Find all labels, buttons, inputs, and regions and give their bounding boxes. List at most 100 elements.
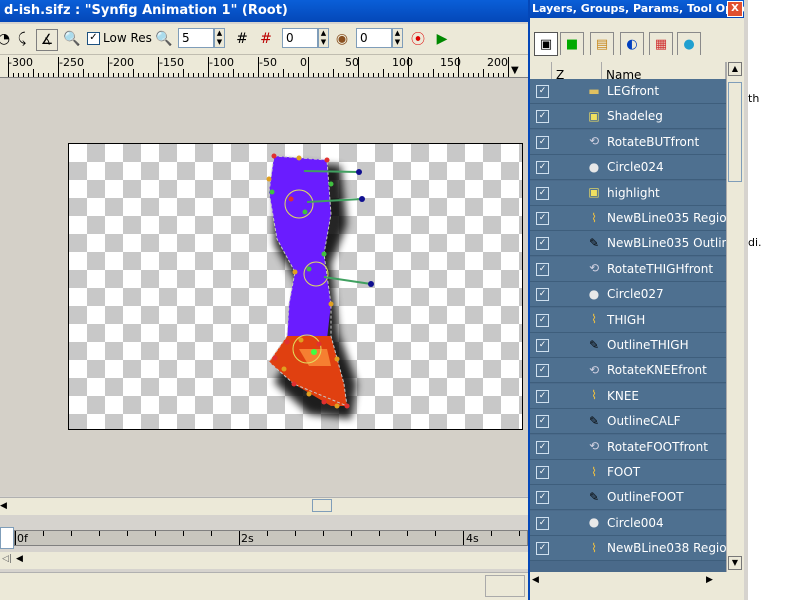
layer-visibility-checkbox[interactable]: ✓ bbox=[536, 516, 549, 530]
timeline-scrollbar[interactable]: ◁| ◀ bbox=[0, 552, 528, 569]
layer-row[interactable]: ✓ ● Circle027 bbox=[530, 282, 726, 308]
future-onion-input[interactable]: 0 bbox=[356, 28, 392, 48]
end-marker-icon[interactable]: ◁| bbox=[2, 554, 12, 564]
layer-row[interactable]: ✓ ⟲ RotateTHIGHfront bbox=[530, 256, 726, 282]
onion-icon[interactable]: ◉ bbox=[332, 29, 352, 49]
layer-row[interactable]: ✓ ⌇ KNEE bbox=[530, 383, 726, 409]
ruler-tick bbox=[503, 73, 504, 77]
layer-visibility-checkbox[interactable]: ✓ bbox=[536, 85, 549, 98]
quality-icon: 🔍 bbox=[155, 31, 173, 47]
scroll-down-icon[interactable]: ▼ bbox=[728, 556, 742, 570]
layer-row[interactable]: ✓ ✎ NewBLine035 Outline bbox=[530, 231, 726, 257]
layer-row[interactable]: ✓ ● Circle004 bbox=[530, 510, 726, 536]
layer-row[interactable]: ✓ ✎ OutlineTHIGH bbox=[530, 333, 726, 358]
scroll-left-icon[interactable]: ◀ bbox=[532, 575, 539, 585]
shade-icon: ▣ bbox=[588, 185, 600, 200]
layers-vertical-scrollbar[interactable]: ▲ ▼ bbox=[726, 62, 744, 572]
layer-row[interactable]: ✓ ⌇ NewBLine038 Region bbox=[530, 536, 726, 562]
strip-text: th bbox=[748, 92, 760, 105]
low-res-checkbox[interactable]: ✓ bbox=[87, 32, 100, 45]
scroll-left-icon[interactable]: ◀ bbox=[0, 499, 10, 513]
layer-name: highlight bbox=[607, 185, 660, 200]
ruler-tick bbox=[148, 73, 149, 77]
separator bbox=[0, 515, 528, 527]
play-icon[interactable]: ▶ bbox=[432, 29, 452, 49]
layer-visibility-checkbox[interactable]: ✓ bbox=[536, 161, 549, 175]
close-button[interactable]: X bbox=[727, 1, 743, 17]
ruler-tick bbox=[433, 69, 434, 77]
canvas-horizontal-scrollbar[interactable]: ◀ bbox=[0, 497, 528, 515]
ruler-tick bbox=[188, 73, 189, 77]
tab-tool-options-icon[interactable]: ◐ bbox=[620, 32, 644, 55]
ruler-tick bbox=[8, 57, 9, 77]
ruler-tick bbox=[418, 73, 419, 77]
layer-row[interactable]: ✓ ⌇ FOOT bbox=[530, 460, 726, 485]
ruler-tick bbox=[158, 57, 159, 77]
layer-visibility-checkbox[interactable]: ✓ bbox=[536, 389, 549, 403]
layer-row[interactable]: ✓ ✎ OutlineFOOT bbox=[530, 485, 726, 511]
tab-palette-icon[interactable]: ▦ bbox=[649, 32, 673, 55]
layer-visibility-checkbox[interactable]: ✓ bbox=[536, 466, 549, 479]
tab-groups-icon[interactable]: ■ bbox=[560, 32, 584, 55]
layers-horizontal-scrollbar[interactable]: ◀ ▶ bbox=[530, 572, 744, 590]
layer-visibility-checkbox[interactable]: ✓ bbox=[536, 237, 549, 251]
layer-row[interactable]: ✓ ▣ highlight bbox=[530, 180, 726, 206]
quality-spinner[interactable]: ▲ ▼ bbox=[214, 28, 225, 48]
layer-row[interactable]: ✓ ⌇ NewBLine035 Region bbox=[530, 206, 726, 231]
layer-visibility-checkbox[interactable]: ✓ bbox=[536, 186, 549, 200]
layer-row[interactable]: ✓ ⟲ RotateKNEEfront bbox=[530, 358, 726, 384]
tab-params-icon[interactable]: ▤ bbox=[590, 32, 614, 55]
ruler-arrow-icon[interactable]: ▼ bbox=[511, 65, 519, 76]
scroll-up-icon[interactable]: ▲ bbox=[728, 62, 742, 76]
scroll-left-icon[interactable]: ◀ bbox=[16, 554, 23, 564]
ruler-tick bbox=[18, 73, 19, 77]
tab-navigator-icon[interactable]: ● bbox=[677, 32, 701, 55]
layer-row[interactable]: ✓ ⟲ RotateBUTfront bbox=[530, 129, 726, 155]
layer-name: FOOT bbox=[607, 465, 641, 479]
time-field[interactable] bbox=[0, 527, 14, 549]
snap-grid-icon[interactable]: # bbox=[256, 29, 276, 49]
layer-visibility-checkbox[interactable]: ✓ bbox=[536, 262, 549, 276]
past-onion-input[interactable]: 0 bbox=[282, 28, 318, 48]
past-onion-spinner[interactable]: ▲ ▼ bbox=[318, 28, 329, 48]
layer-visibility-checkbox[interactable]: ✓ bbox=[536, 288, 549, 302]
layer-name: NewBLine038 Region bbox=[607, 541, 726, 556]
ruler-tick bbox=[403, 73, 404, 77]
ruler-tick bbox=[378, 73, 379, 77]
record-icon[interactable]: ⦿ bbox=[408, 29, 428, 49]
quality-input[interactable]: 5 bbox=[178, 28, 214, 48]
layer-row[interactable]: ✓ ⌇ THIGH bbox=[530, 307, 726, 333]
show-grid-icon[interactable]: # bbox=[232, 29, 252, 49]
tab-layers-icon[interactable]: ▣ bbox=[534, 32, 558, 56]
layer-row[interactable]: ✓ ▬ LEGfront bbox=[530, 79, 726, 104]
zoom-icon[interactable]: 🔍 bbox=[62, 29, 82, 49]
layer-visibility-checkbox[interactable]: ✓ bbox=[536, 339, 549, 352]
scroll-thumb[interactable] bbox=[728, 82, 742, 182]
ruler-tick bbox=[98, 73, 99, 77]
animation-canvas[interactable] bbox=[68, 143, 523, 430]
ruler-tick bbox=[48, 73, 49, 77]
layer-row[interactable]: ✓ ● Circle024 bbox=[530, 155, 726, 181]
layer-visibility-checkbox[interactable]: ✓ bbox=[536, 135, 549, 149]
layer-visibility-checkbox[interactable]: ✓ bbox=[536, 491, 549, 505]
future-onion-spinner[interactable]: ▲ ▼ bbox=[392, 28, 403, 48]
layer-visibility-checkbox[interactable]: ✓ bbox=[536, 364, 549, 378]
layer-visibility-checkbox[interactable]: ✓ bbox=[536, 415, 549, 429]
layer-visibility-checkbox[interactable]: ✓ bbox=[536, 110, 549, 124]
layer-row[interactable]: ✓ ✎ OutlineCALF bbox=[530, 409, 726, 435]
layer-row[interactable]: ✓ ⟲ RotateFOOTfront bbox=[530, 434, 726, 460]
layer-name: KNEE bbox=[607, 388, 640, 403]
onion-skin-icon[interactable]: ⤹ bbox=[12, 29, 32, 49]
guide-icon[interactable]: ∡ bbox=[36, 29, 58, 51]
layer-visibility-checkbox[interactable]: ✓ bbox=[536, 542, 549, 556]
layer-visibility-checkbox[interactable]: ✓ bbox=[536, 212, 549, 225]
timeline-bar[interactable]: 0f 2s 4s bbox=[14, 530, 528, 546]
ruler-tick bbox=[368, 73, 369, 77]
layer-visibility-checkbox[interactable]: ✓ bbox=[536, 440, 549, 454]
layer-visibility-checkbox[interactable]: ✓ bbox=[536, 313, 549, 327]
ruler-tick bbox=[143, 73, 144, 77]
layer-row[interactable]: ✓ ▣ Shadeleg bbox=[530, 104, 726, 130]
scroll-right-icon[interactable]: ▶ bbox=[706, 575, 713, 585]
ruler-tick bbox=[73, 73, 74, 77]
scroll-thumb[interactable] bbox=[312, 499, 332, 512]
